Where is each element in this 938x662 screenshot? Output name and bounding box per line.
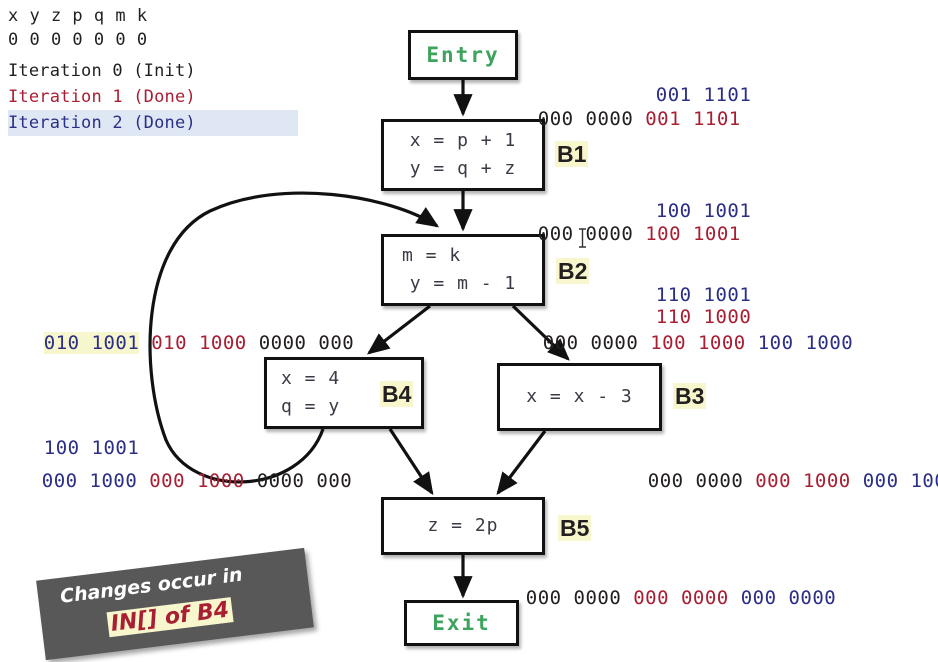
dataflow-value: 000 1000 — [755, 470, 851, 492]
legend-iteration-2: Iteration 2 (Done) — [8, 110, 298, 136]
dataflow-exit-row: 000 0000 000 0000 000 0000 — [478, 565, 836, 631]
node-entry[interactable]: Entry — [408, 30, 518, 80]
node-b2-statement-1: m = k — [402, 245, 462, 266]
block-label-b2: B2 — [556, 258, 590, 284]
dataflow-b1-out-row: 000 0000 100 1001 — [490, 201, 741, 267]
dataflow-value: 000 0000 — [740, 587, 837, 609]
node-b1-statement-2: y = q + z — [409, 158, 517, 179]
dataflow-value: 000 0000 — [542, 332, 639, 354]
edge-b2-b4 — [366, 304, 431, 355]
diagram-canvas: x y z p q m k 0 0 0 0 0 0 0 Iteration 0 … — [0, 0, 938, 662]
text-cursor-icon — [579, 228, 586, 248]
dataflow-value: 0000 000 — [258, 332, 355, 354]
dataflow-value: 100 1001 — [645, 223, 741, 245]
legend-initial-values: 0 0 0 0 0 0 0 — [8, 30, 148, 50]
node-b5[interactable]: z = 2p — [381, 497, 545, 555]
dataflow-value: 000 1000 — [149, 470, 245, 492]
dataflow-value: 010 1001 — [43, 332, 140, 354]
legend-variables: x y z p q m k — [8, 6, 148, 26]
dataflow-value: 000 1000 — [41, 470, 138, 492]
dataflow-b3-out-row: 000 0000 000 1000 000 1000 — [600, 448, 938, 514]
block-label-b4: B4 — [380, 381, 414, 407]
dataflow-b4-in-row: 010 1001 010 1000 0000 000 — [0, 310, 354, 376]
dataflow-value: 000 0000 — [633, 587, 729, 609]
dataflow-b4-out-row: 000 1000 000 1000 0000 000 — [0, 448, 352, 514]
dataflow-value: 000 0000 — [525, 587, 622, 609]
node-b3-statement-1: x = x - 3 — [526, 386, 633, 407]
legend-iteration-1: Iteration 1 (Done) — [8, 87, 196, 107]
edge-b3-b5 — [496, 430, 547, 496]
block-label-b3: B3 — [673, 383, 707, 409]
legend-iteration-0: Iteration 0 (Init) — [8, 61, 196, 81]
dataflow-value: 000 0000 — [537, 108, 634, 130]
dataflow-value: 001 1101 — [645, 108, 741, 130]
dataflow-entry-out-row: 000 0000 001 1101 — [490, 86, 741, 152]
legend: x y z p q m k 0 0 0 0 0 0 0 Iteration 0 … — [8, 4, 298, 136]
block-label-b5: B5 — [558, 515, 592, 541]
block-label-b1: B1 — [555, 141, 589, 167]
node-b5-statement-1: z = 2p — [427, 515, 499, 536]
dataflow-value: 100 1000 — [650, 332, 746, 354]
callout-line-2: IN[] of B4 — [106, 597, 234, 638]
node-b4-statement-2: q = y — [281, 396, 341, 417]
dataflow-value: 000 1000 — [862, 470, 938, 492]
dataflow-value: 000 0000 — [647, 470, 744, 492]
dataflow-b3-in-row: 000 0000 100 1000 100 1000 — [495, 310, 853, 376]
edge-b4-b5 — [388, 428, 434, 496]
node-entry-label: Entry — [426, 43, 500, 67]
callout-note: Changes occur in IN[] of B4 — [36, 547, 314, 661]
dataflow-value: 0000 000 — [256, 470, 353, 492]
dataflow-value: 010 1000 — [151, 332, 247, 354]
node-b2-statement-2: y = m - 1 — [409, 273, 517, 294]
dataflow-value: 100 1000 — [757, 332, 854, 354]
